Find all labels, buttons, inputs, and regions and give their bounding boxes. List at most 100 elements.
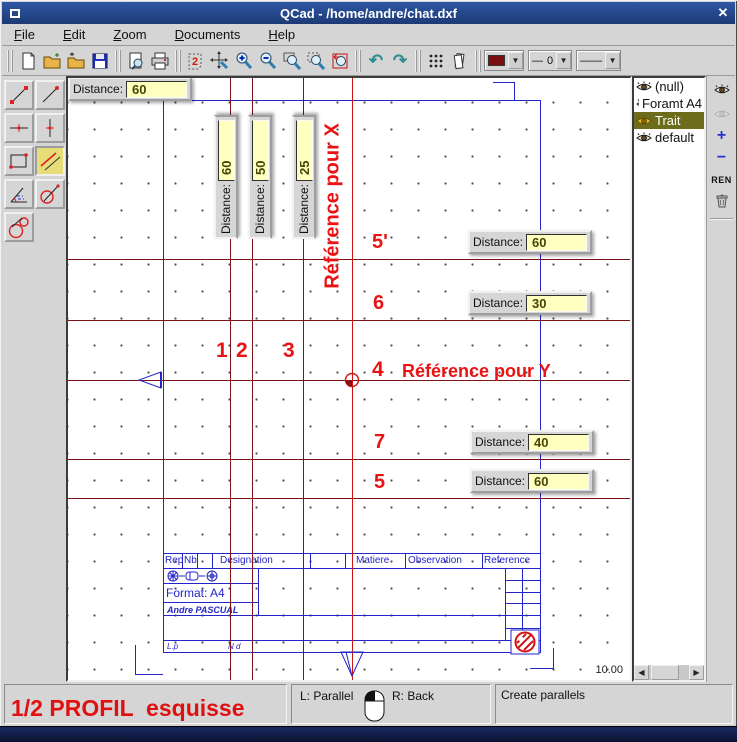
draw-rectangle-button[interactable] <box>4 146 34 176</box>
draw-line-2p-button[interactable] <box>4 80 34 110</box>
show-all-layers-button[interactable] <box>710 80 733 100</box>
layer-row-null[interactable]: (null) <box>634 78 704 95</box>
distance-widget-vertical: Distance:60 <box>213 115 239 239</box>
distance-input[interactable]: 60 <box>126 81 187 98</box>
draw-circle-2-button[interactable] <box>4 212 34 242</box>
toolbar-separator <box>415 50 421 72</box>
draw-parallel-button[interactable] <box>35 146 65 176</box>
mark-7: 7 <box>374 431 385 454</box>
eye-icon[interactable] <box>636 132 652 144</box>
distance-label: Distance: <box>73 82 123 96</box>
redo-button[interactable]: ↷ <box>388 49 412 73</box>
draw-line-angle-button[interactable] <box>35 80 65 110</box>
floppy-icon <box>90 51 110 71</box>
save-button[interactable] <box>88 49 112 73</box>
draw-bisector-button[interactable] <box>4 179 34 209</box>
distance-label: Distance: <box>253 184 267 234</box>
new-document-button[interactable] <box>16 49 40 73</box>
mark-2: 2 <box>236 339 248 363</box>
rename-layer-button[interactable]: REN <box>710 170 733 190</box>
pen-width-value: 0 <box>547 55 553 67</box>
layer-list-scrollbar[interactable]: ◀ ▶ <box>634 665 704 680</box>
line-type-select[interactable]: —— ▼ <box>576 50 621 71</box>
distance-input[interactable]: 50 <box>252 120 269 181</box>
grid-toggle-button[interactable] <box>424 49 448 73</box>
corner-mark <box>514 82 515 100</box>
scroll-left-icon[interactable]: ◀ <box>634 665 649 680</box>
menu-file[interactable]: File <box>12 26 37 43</box>
dropdown-arrow-icon[interactable]: ▼ <box>605 52 620 69</box>
title-bar[interactable]: QCad - /home/andre/chat.dxf ✕ <box>2 2 735 24</box>
title-block-footnote: L.p <box>167 642 178 651</box>
zoom-auto-button[interactable] <box>304 49 328 73</box>
scrollbar-thumb[interactable] <box>651 665 679 680</box>
open-button[interactable] <box>40 49 64 73</box>
layer-row-default[interactable]: default <box>634 129 704 146</box>
eye-icon[interactable] <box>636 115 652 127</box>
draw-vertical-line-button[interactable] <box>35 113 65 143</box>
add-layer-button[interactable]: + <box>710 126 733 146</box>
title-block-line <box>197 553 198 568</box>
print-preview-button[interactable] <box>124 49 148 73</box>
draw-circle-tangent-button[interactable] <box>35 179 65 209</box>
trash-icon <box>714 192 730 208</box>
import-button[interactable] <box>64 49 88 73</box>
scroll-right-icon[interactable]: ▶ <box>689 665 704 680</box>
distance-input[interactable]: 60 <box>526 234 587 251</box>
main-area: Rep Nb Designation Matiere Observation R… <box>2 76 735 682</box>
construction-hline[interactable] <box>68 498 630 499</box>
corner-mark <box>135 674 163 675</box>
hide-all-layers-button[interactable] <box>710 104 733 124</box>
eye-icon[interactable] <box>636 98 639 110</box>
open-folder-icon <box>42 51 62 71</box>
undo-button[interactable]: ↶ <box>364 49 388 73</box>
layer-row-format[interactable]: Foramt A4 <box>634 95 704 112</box>
menu-help[interactable]: Help <box>266 26 297 43</box>
title-block-line <box>505 603 540 604</box>
close-button[interactable]: ✕ <box>714 4 732 22</box>
distance-widget-vertical: Distance: 50 <box>247 115 273 239</box>
zoom-previous-button[interactable] <box>328 49 352 73</box>
redraw-icon: 2 <box>186 51 206 71</box>
two-circles-icon <box>7 215 31 239</box>
menu-documents[interactable]: Documents <box>173 26 243 43</box>
layer-row-trait[interactable]: Trait <box>634 112 704 129</box>
status-bar: 1/2 PROFIL esquisse L: Parallel R: Back … <box>2 682 735 726</box>
redraw-button[interactable]: 2 <box>184 49 208 73</box>
title-block-line <box>505 580 540 581</box>
eye-icon[interactable] <box>636 81 652 93</box>
construction-hline[interactable] <box>68 320 630 321</box>
delete-layer-button[interactable] <box>710 190 733 210</box>
zoom-in-button[interactable] <box>232 49 256 73</box>
distance-input[interactable]: 60 <box>528 473 589 490</box>
drawing-canvas[interactable]: Rep Nb Designation Matiere Observation R… <box>66 76 632 682</box>
vertical-line-icon <box>38 116 62 140</box>
status-note-cell: 1/2 PROFIL esquisse <box>4 684 287 724</box>
tool-palette <box>2 76 66 682</box>
move-view-icon <box>210 51 230 71</box>
title-block-line <box>505 592 540 593</box>
zoom-out-button[interactable] <box>256 49 280 73</box>
construction-hline[interactable] <box>68 259 630 260</box>
draw-horizontal-line-button[interactable] <box>4 113 34 143</box>
paper-view-button[interactable] <box>448 49 472 73</box>
pan-button[interactable] <box>208 49 232 73</box>
title-block-header: Reference <box>484 555 530 566</box>
menu-zoom[interactable]: Zoom <box>111 26 148 43</box>
pen-width-select[interactable]: — 0 ▼ <box>528 50 572 71</box>
pen-color-select[interactable]: ▼ <box>484 50 524 71</box>
distance-input[interactable]: 30 <box>526 295 587 312</box>
dropdown-arrow-icon[interactable]: ▼ <box>556 52 571 69</box>
distance-input[interactable]: 40 <box>528 434 589 451</box>
snap-point-marker <box>344 372 361 389</box>
construction-hline[interactable] <box>68 459 630 460</box>
distance-input[interactable]: 25 <box>296 120 313 181</box>
remove-layer-button[interactable]: − <box>710 148 733 168</box>
menu-edit[interactable]: Edit <box>61 26 87 43</box>
toolbar-handle[interactable] <box>7 50 13 72</box>
dropdown-arrow-icon[interactable]: ▼ <box>508 52 523 69</box>
print-button[interactable] <box>148 49 172 73</box>
distance-widget: Distance:40 <box>470 430 594 454</box>
distance-input[interactable]: 60 <box>218 120 235 181</box>
zoom-window-button[interactable] <box>280 49 304 73</box>
